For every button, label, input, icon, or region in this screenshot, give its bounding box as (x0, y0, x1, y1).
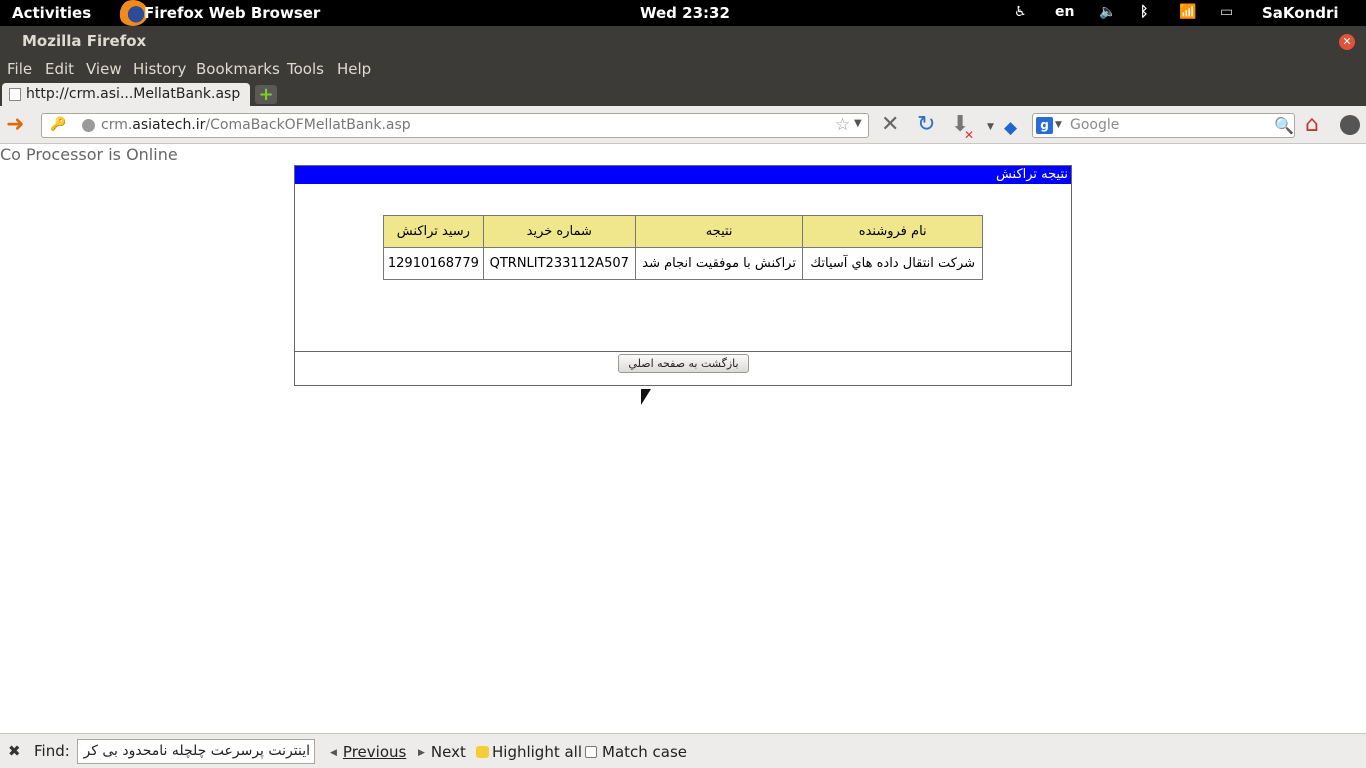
download-error-icon: ✕ (964, 128, 975, 142)
table-cell: تراكنش با موفقيت انجام شد (634, 247, 804, 280)
table-header: شماره خريد (482, 215, 636, 248)
tab-active[interactable]: http://crm.asi...MellatBank.asp (2, 83, 250, 106)
table-header: نام فروشنده (802, 215, 983, 248)
menu-tools[interactable]: Tools (287, 60, 324, 78)
table-cell: شركت انتقال داده هاي آسياتك (802, 247, 983, 280)
panel-divider (295, 351, 1071, 352)
bluetooth-icon[interactable]: ᛒ (1140, 4, 1148, 20)
url-history-dropdown-icon[interactable]: ▼ (854, 118, 862, 129)
checkbox-icon (585, 746, 597, 758)
previous-arrow-icon: ◀ (330, 748, 337, 758)
top-panel: Activities Firefox Web Browser Wed 23:32… (0, 0, 1366, 26)
page-favicon-icon (9, 88, 21, 101)
close-window-icon[interactable]: ✕ (1339, 34, 1355, 50)
search-bar[interactable]: g ▼ Google 🔍 (1032, 113, 1295, 138)
search-icon[interactable]: 🔍 (1274, 116, 1294, 135)
find-bar: ✖ Find: اینترنت پرسرعت چلچله نامحدود بی … (0, 733, 1366, 768)
menu-file[interactable]: File (7, 60, 32, 78)
find-next-label: Next (430, 743, 466, 761)
window-title: Mozilla Firefox (22, 32, 147, 50)
wifi-icon[interactable]: 📶 (1179, 4, 1196, 20)
status-text: Co Processor is Online (0, 145, 178, 164)
table-header: نتيجه (634, 215, 804, 248)
url-text[interactable]: crm.asiatech.ir/ComaBackOFMellatBank.asp (101, 117, 411, 133)
bookmark-star-icon[interactable]: ☆ (835, 115, 850, 135)
menu-bookmarks[interactable]: Bookmarks (196, 60, 280, 78)
table-row: شركت انتقال داده هاي آسياتك تراكنش با مو… (383, 247, 983, 280)
clock[interactable]: Wed 23:32 (640, 4, 730, 22)
highlight-all-label: Highlight all (492, 743, 583, 761)
back-to-home-button[interactable]: بازگشت به صفحه اصلي (618, 354, 749, 373)
stop-icon[interactable]: ✕ (881, 114, 899, 136)
match-case-checkbox[interactable]: Match case (585, 743, 687, 761)
mouse-pointer-icon (641, 389, 651, 405)
close-findbar-icon[interactable]: ✖ (8, 742, 21, 760)
back-arrow-icon[interactable]: ➜ (6, 114, 30, 136)
download-dropdown-icon[interactable]: ▼ (987, 122, 994, 132)
user-menu[interactable]: SaKondri (1262, 4, 1339, 22)
reload-icon[interactable]: ↻ (917, 114, 935, 136)
battery-icon[interactable]: ▭ (1220, 4, 1233, 20)
match-case-label: Match case (602, 743, 688, 761)
search-placeholder: Google (1070, 117, 1120, 133)
url-bar[interactable]: 🔑 crm.asiatech.ir/ComaBackOFMellatBank.a… (41, 113, 869, 138)
menu-history[interactable]: History (133, 60, 186, 78)
new-tab-button[interactable]: + (255, 85, 277, 104)
page-content: Co Processor is Online نتيجه تراكنش نام … (0, 145, 1366, 733)
table-cell: 12910168779 (383, 247, 484, 280)
window-titlebar: Mozilla Firefox ✕ (0, 26, 1366, 56)
next-arrow-icon: ▶ (418, 748, 425, 758)
highlight-all-button[interactable]: Highlight all (476, 743, 582, 761)
keyboard-layout[interactable]: en (1055, 4, 1074, 20)
find-previous-button[interactable]: ◀ Previous (330, 743, 406, 761)
find-label: Find: (34, 742, 70, 760)
transaction-result-panel: نتيجه تراكنش نام فروشنده نتيجه شماره خري… (294, 165, 1072, 386)
accessibility-icon[interactable]: ♿ (1014, 4, 1027, 20)
menu-view[interactable]: View (86, 60, 122, 78)
find-previous-label: Previous (342, 743, 407, 761)
addon-icon[interactable]: ◆ (1004, 117, 1017, 139)
table-cell: QTRNLIT233112A507 (482, 247, 636, 280)
globe-icon (82, 119, 95, 132)
activities-button[interactable]: Activities (12, 4, 91, 22)
menu-edit[interactable]: Edit (45, 60, 74, 78)
find-input[interactable]: اینترنت پرسرعت چلچله نامحدود بی کر (77, 739, 315, 764)
find-next-button[interactable]: ▶ Next (418, 743, 466, 761)
panel-header: نتيجه تراكنش (295, 166, 1071, 184)
tab-strip: http://crm.asi...MellatBank.asp + (0, 82, 1366, 106)
volume-icon[interactable]: 🔈 (1099, 4, 1116, 20)
navigation-toolbar: ➜ 🔑 crm.asiatech.ir/ComaBackOFMellatBank… (0, 106, 1366, 144)
search-engine-dropdown-icon[interactable]: ▼ (1055, 120, 1062, 130)
firefox-menu-icon[interactable] (1340, 115, 1360, 135)
table-header-row: نام فروشنده نتيجه شماره خريد رسيد تراكنش (383, 215, 983, 248)
highlighter-icon (476, 746, 489, 758)
home-icon[interactable]: ⌂ (1305, 114, 1319, 136)
menu-help[interactable]: Help (337, 60, 371, 78)
menubar: File Edit View History Bookmarks Tools H… (0, 56, 1366, 82)
site-identity-icon[interactable]: 🔑 (50, 117, 66, 132)
app-menu[interactable]: Firefox Web Browser (144, 4, 320, 22)
result-table: نام فروشنده نتيجه شماره خريد رسيد تراكنش… (383, 215, 983, 280)
table-header: رسيد تراكنش (383, 215, 484, 248)
tab-title: http://crm.asi...MellatBank.asp (26, 86, 241, 102)
search-engine-icon[interactable]: g (1036, 117, 1053, 134)
